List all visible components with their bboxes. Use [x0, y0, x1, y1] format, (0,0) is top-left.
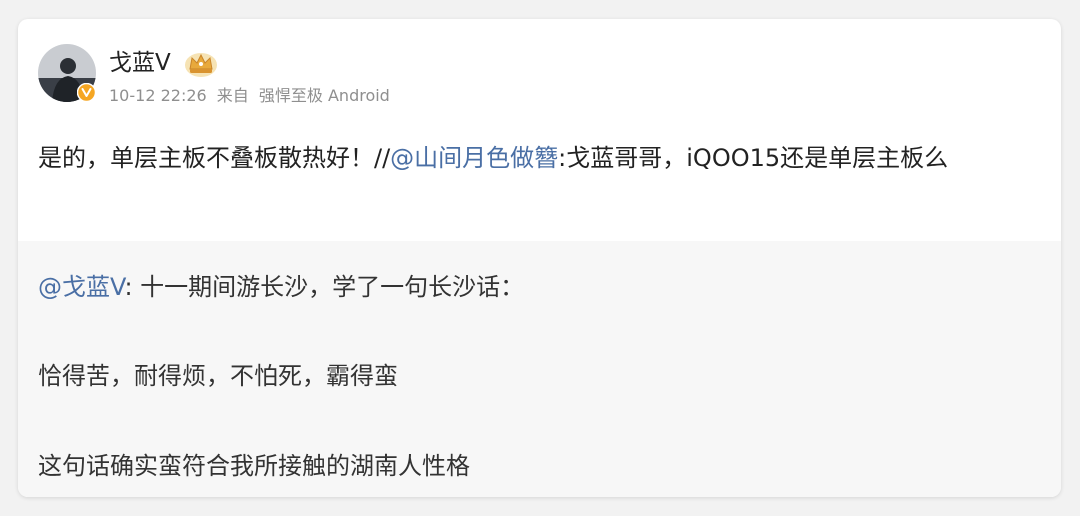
repost-line-1-text: : 十一期间游长沙，学了一句长沙话：	[124, 273, 525, 301]
weibo-post-card: 戈蓝V 10-12 22:26 来自 强悍至极 Android 是的，单层主板不…	[18, 19, 1061, 497]
repost-line-2: 恰得苦，耐得烦，不怕死，霸得蛮	[38, 362, 398, 390]
post-text: 是的，单层主板不叠板散热好！//@山间月色做簪:戈蓝哥哥，iQOO15还是单层主…	[38, 137, 1050, 179]
post-time: 10-12 22:26	[109, 86, 207, 105]
mention-link[interactable]: @山间月色做簪	[390, 144, 558, 172]
verified-badge-icon	[77, 83, 96, 102]
post-source[interactable]: 强悍至极 Android	[259, 86, 390, 105]
post-text-after: :戈蓝哥哥，iQOO15还是单层主板么	[558, 144, 949, 172]
repost-line-3: 这句话确实蛮符合我所接触的湖南人性格	[38, 452, 470, 480]
source-prefix: 来自	[216, 86, 249, 105]
post-text-before: 是的，单层主板不叠板散热好！//	[38, 144, 391, 172]
repost-author-mention[interactable]: @戈蓝V	[38, 273, 124, 301]
post-meta: 10-12 22:26 来自 强悍至极 Android	[109, 85, 395, 107]
repost-line-1: @戈蓝V: 十一期间游长沙，学了一句长沙话：	[38, 271, 524, 303]
username[interactable]: 戈蓝V	[109, 48, 171, 78]
crown-badge-icon	[185, 53, 217, 77]
reposted-content[interactable]: @戈蓝V: 十一期间游长沙，学了一句长沙话： 恰得苦，耐得烦，不怕死，霸得蛮 这…	[18, 241, 1061, 497]
